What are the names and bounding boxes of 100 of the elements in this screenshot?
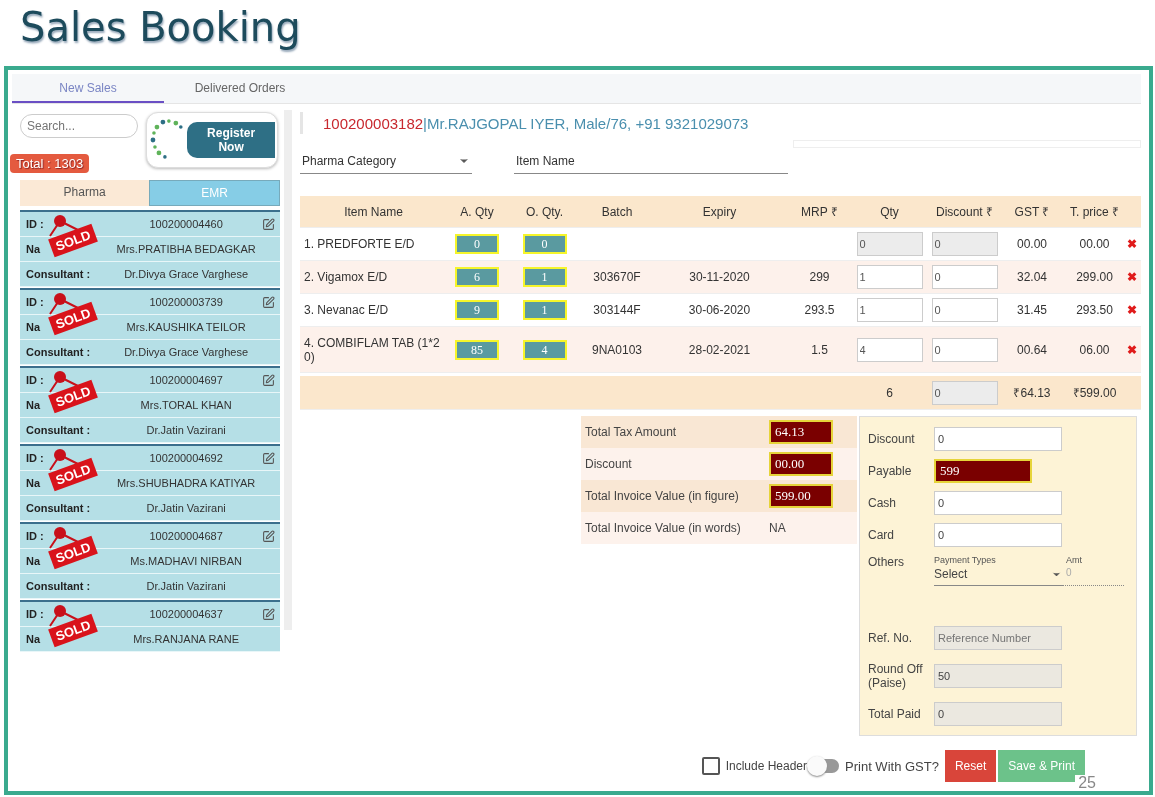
remove-icon[interactable]: ✖ xyxy=(1127,303,1141,317)
consultant-name: Dr.Jatin Vazirani xyxy=(146,424,226,436)
column-header: Item Name xyxy=(343,204,404,219)
edit-icon[interactable] xyxy=(262,529,276,543)
payment-label: Total Paid xyxy=(868,707,922,721)
payment-field[interactable]: 0 xyxy=(934,702,1062,726)
column-header: O. Qty. xyxy=(524,204,565,219)
qty-field[interactable]: 1 xyxy=(856,298,923,322)
summary-label: Total Tax Amount xyxy=(585,425,678,439)
summary-label: Total Invoice Value (in figure) xyxy=(585,489,740,503)
payment-label: Discount xyxy=(868,432,916,446)
table-cell: 303670F xyxy=(593,270,641,284)
field-label: Consultant : xyxy=(26,424,91,436)
patient-id: 100200004687 xyxy=(149,530,223,542)
table-cell-text: 32.04 xyxy=(1016,270,1048,284)
patient-name: Mrs.SHUBHADRA KATIYAR xyxy=(116,477,256,489)
consultant-name: Dr.Jatin Vazirani xyxy=(146,580,226,592)
payment-label: Others xyxy=(868,555,905,569)
field-caption: Payment Types xyxy=(934,555,997,565)
patient-header: 100200003182|Mr.RAJGOPAL IYER, Male/76, +91 9321029073 xyxy=(323,114,749,132)
discount-field[interactable]: 0 xyxy=(931,298,998,322)
qty-field[interactable]: 1 xyxy=(856,265,923,289)
register-button[interactable]: Register Now xyxy=(146,112,279,168)
patient-card[interactable]: ID : 100200004460 Na Mrs.PRATIBHA BEDAGKAR Consultant : Dr.Divya Grace Varghese SOLD xyxy=(20,210,281,287)
payment-field[interactable]: 0 xyxy=(934,523,1062,547)
field-label: ID : xyxy=(26,296,44,308)
payment-field[interactable]: Reference Number xyxy=(934,626,1062,650)
category-dropdown[interactable]: Pharma Category xyxy=(300,152,472,174)
field-label: Na xyxy=(26,243,41,255)
switch-label: Print With GST? xyxy=(845,758,939,774)
remove-icon[interactable]: ✖ xyxy=(1127,270,1141,284)
reset-button[interactable]: Reset xyxy=(944,750,997,782)
discount-field[interactable]: 0 xyxy=(931,337,998,362)
sold-tag: SOLD xyxy=(48,613,98,648)
toggle-switch[interactable] xyxy=(809,759,839,773)
edit-icon[interactable] xyxy=(262,373,276,387)
payment-label: Cash xyxy=(868,496,897,510)
total-badge: Total : 1303 xyxy=(10,154,90,173)
payable-amount: 599 xyxy=(934,459,1032,483)
table-cell: 30-11-2020 xyxy=(689,270,750,284)
table-cell: 28-02-2021 xyxy=(688,342,751,357)
payment-label: Round Off (Paise) xyxy=(868,662,924,690)
table-cell-text: 00.00 xyxy=(1016,237,1048,251)
item-name-field[interactable]: Item Name xyxy=(514,152,788,174)
patient-id: 100200004697 xyxy=(149,374,223,386)
order-qty: 0 xyxy=(522,234,567,254)
field-label: Consultant : xyxy=(26,580,91,592)
consultant-name: Dr.Divya Grace Varghese xyxy=(124,346,249,358)
qty-field[interactable]: 4 xyxy=(856,337,923,362)
discount-field[interactable]: 0 xyxy=(931,265,998,289)
available-qty: 6 xyxy=(455,267,499,287)
table-cell: 9NA0103 xyxy=(591,342,642,357)
edit-icon[interactable] xyxy=(262,607,276,621)
order-qty: 1 xyxy=(522,300,567,320)
sold-tag: SOLD xyxy=(48,535,98,570)
payment-type-dropdown[interactable]: Select xyxy=(934,565,1062,586)
edit-icon[interactable] xyxy=(262,217,276,231)
patient-id: 100200003739 xyxy=(149,296,223,308)
remove-icon[interactable]: ✖ xyxy=(1127,342,1141,357)
field-label: Na xyxy=(26,477,41,489)
patient-card[interactable]: ID : 100200004637 Na Mrs.RANJANA RANE SOLD xyxy=(20,600,281,652)
patient-card[interactable]: ID : 100200004692 Na Mrs.SHUBHADRA KATIYAR Consultant : Dr.Jatin Vazirani SOLD xyxy=(20,444,281,521)
patient-id: 100200004637 xyxy=(149,608,223,620)
sold-tag: SOLD xyxy=(48,223,98,258)
field-label: ID : xyxy=(26,218,44,230)
search-field[interactable]: Search... xyxy=(20,114,138,138)
patient-card[interactable]: ID : 100200004697 Na Mrs.TORAL KHAN Consultant : Dr.Jatin Vazirani SOLD xyxy=(20,366,281,443)
table-cell-text: 00.00 xyxy=(1078,237,1111,251)
payment-field[interactable]: 0 xyxy=(934,427,1062,451)
tab[interactable]: Delivered Orders xyxy=(164,74,316,103)
patient-id: 100200004460 xyxy=(149,218,223,230)
column-header: GST ₹ xyxy=(1013,204,1051,220)
checkbox[interactable] xyxy=(701,757,720,775)
table-cell-text: 293.50 xyxy=(1075,303,1114,317)
logo-dots-icon xyxy=(149,119,185,161)
payment-label: Card xyxy=(868,528,895,542)
column-header: Discount ₹ xyxy=(935,204,994,220)
sold-tag: SOLD xyxy=(48,457,98,492)
toggle-tab[interactable]: Pharma xyxy=(20,180,150,206)
page-number: 25 xyxy=(1075,775,1099,791)
payment-field[interactable]: 50 xyxy=(934,664,1062,688)
patient-id: 100200004692 xyxy=(149,452,223,464)
discount-field[interactable]: 0 xyxy=(931,380,998,405)
table-cell-text: 00.64 xyxy=(1016,342,1048,357)
field-label: Na xyxy=(26,555,41,567)
sold-tag: SOLD xyxy=(48,301,98,336)
payment-field[interactable]: 0 xyxy=(934,491,1062,515)
patient-name: Mrs.KAUSHIKA TEILOR xyxy=(126,321,246,333)
column-header: Qty xyxy=(879,204,900,219)
patient-card[interactable]: ID : 100200004687 Na Ms.MADHAVI NIRBAN Consultant : Dr.Jatin Vazirani SOLD xyxy=(20,522,281,599)
total-gst: ₹64.13 xyxy=(1012,385,1052,401)
summary-value: 00.00 xyxy=(769,452,833,476)
edit-icon[interactable] xyxy=(262,295,276,309)
field-label: ID : xyxy=(26,374,44,386)
column-header: T. price ₹ xyxy=(1069,204,1120,220)
table-cell: 30-06-2020 xyxy=(688,303,751,317)
edit-icon[interactable] xyxy=(262,451,276,465)
patient-card[interactable]: ID : 100200003739 Na Mrs.KAUSHIKA TEILOR Consultant : Dr.Divya Grace Varghese SOLD xyxy=(20,288,281,365)
table-cell-text: 1. PREDFORTE E/D xyxy=(303,237,416,251)
summary-label: Discount xyxy=(585,457,633,471)
